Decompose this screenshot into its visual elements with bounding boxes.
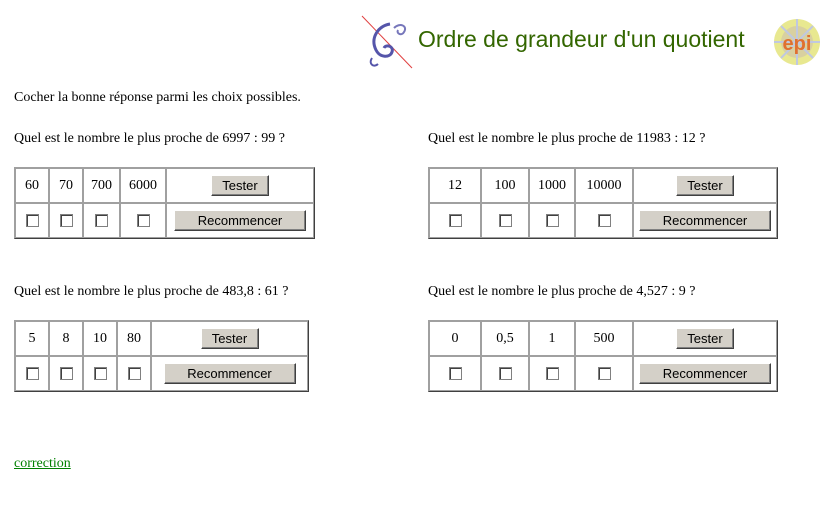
- test-button[interactable]: Tester: [200, 328, 259, 349]
- choice-label: 1000: [529, 168, 575, 203]
- choice-label: 12: [429, 168, 481, 203]
- quiz-table: 12 100 1000 10000 Tester Recommencer: [428, 167, 778, 239]
- answer-checkbox[interactable]: [545, 213, 559, 227]
- reset-button[interactable]: Recommencer: [163, 363, 296, 384]
- answer-checkbox[interactable]: [498, 213, 512, 227]
- answer-checkbox[interactable]: [95, 213, 108, 227]
- answer-checkbox[interactable]: [25, 213, 39, 227]
- page-title: Ordre de grandeur d'un quotient: [418, 26, 745, 52]
- choice-label: 500: [575, 321, 633, 356]
- choice-label: 10000: [575, 168, 633, 203]
- answer-checkbox[interactable]: [448, 213, 462, 227]
- answer-checkbox[interactable]: [25, 366, 39, 380]
- epi-logo-icon: epi: [774, 19, 820, 65]
- answer-checkbox[interactable]: [59, 366, 73, 380]
- quiz-table: 0 0,5 1 500 Tester Recommencer: [428, 320, 778, 392]
- answer-checkbox[interactable]: [93, 366, 107, 380]
- swirl-decoration-icon: [361, 15, 413, 69]
- page-header: Ordre de grandeur d'un quotient epi: [360, 14, 830, 72]
- question-prompt: Quel est le nombre le plus proche de 119…: [428, 131, 706, 146]
- answer-checkbox[interactable]: [597, 213, 611, 227]
- quiz-table: 5 8 10 80 Tester Recommencer: [14, 320, 309, 392]
- choice-label: 5: [15, 321, 49, 356]
- choice-label: 0,5: [481, 321, 529, 356]
- choice-label: 8: [49, 321, 83, 356]
- instruction-text: Cocher la bonne réponse parmi les choix …: [14, 90, 301, 105]
- answer-checkbox[interactable]: [448, 366, 462, 380]
- choice-label: 70: [49, 168, 83, 203]
- correction-link[interactable]: correction: [14, 456, 71, 472]
- choice-label: 1: [529, 321, 575, 356]
- reset-button[interactable]: Recommencer: [639, 363, 771, 384]
- test-button[interactable]: Tester: [676, 175, 734, 196]
- test-button[interactable]: Tester: [211, 175, 269, 196]
- choice-label: 100: [481, 168, 529, 203]
- choice-label: 10: [83, 321, 117, 356]
- choice-label: 6000: [120, 168, 166, 203]
- reset-button[interactable]: Recommencer: [639, 210, 771, 231]
- question-prompt: Quel est le nombre le plus proche de 4,5…: [428, 284, 696, 299]
- choice-label: 60: [15, 168, 49, 203]
- choice-label: 700: [83, 168, 120, 203]
- quiz-table: 60 70 700 6000 Tester Recommencer: [14, 167, 315, 239]
- answer-checkbox[interactable]: [545, 366, 559, 380]
- question-prompt: Quel est le nombre le plus proche de 483…: [14, 284, 289, 299]
- answer-checkbox[interactable]: [597, 366, 611, 380]
- test-button[interactable]: Tester: [676, 328, 734, 349]
- choice-label: 0: [429, 321, 481, 356]
- choice-label: 80: [117, 321, 151, 356]
- answer-checkbox[interactable]: [136, 213, 150, 227]
- answer-checkbox[interactable]: [498, 366, 512, 380]
- question-prompt: Quel est le nombre le plus proche de 699…: [14, 131, 285, 146]
- answer-checkbox[interactable]: [127, 366, 141, 380]
- svg-text:epi: epi: [783, 33, 812, 55]
- reset-button[interactable]: Recommencer: [174, 210, 306, 231]
- answer-checkbox[interactable]: [59, 213, 73, 227]
